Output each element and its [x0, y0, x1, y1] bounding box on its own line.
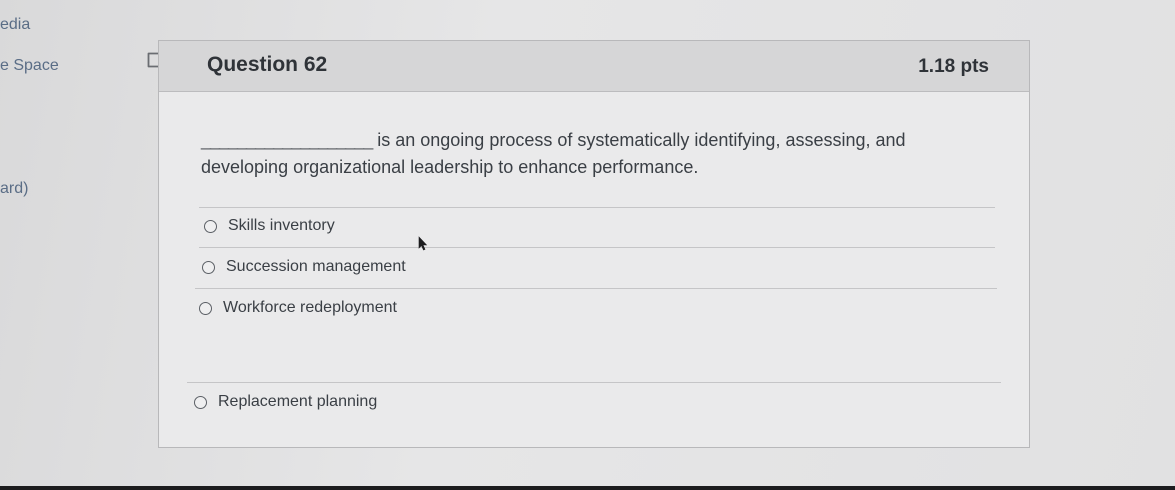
answer-label: Skills inventory [228, 217, 335, 234]
sidebar-item-label: ard) [0, 180, 29, 197]
radio-button-icon[interactable] [202, 260, 215, 274]
answer-option[interactable]: Workforce redeployment [199, 299, 397, 317]
answer-label: Replacement planning [218, 393, 378, 410]
question-header: Question 62 1.18 pts [159, 41, 1029, 92]
question-text: ___________________ is an ongoing proces… [201, 127, 981, 181]
answer-option[interactable]: Succession management [202, 258, 406, 276]
question-title: Question 62 [207, 53, 328, 76]
divider [199, 247, 995, 248]
divider [195, 288, 997, 289]
sidebar-item-media[interactable]: edia [0, 16, 30, 34]
sidebar-item-space[interactable]: e Space [0, 57, 59, 75]
sidebar-item-label: edia [0, 16, 31, 33]
divider [187, 382, 1001, 383]
fill-in-blank: ___________________ [201, 130, 373, 150]
answer-option[interactable]: Skills inventory [204, 217, 335, 235]
sidebar-item-dashboard[interactable]: ard) [0, 180, 28, 198]
question-points: 1.18 pts [918, 56, 989, 77]
question-card: Question 62 1.18 pts ___________________… [158, 40, 1030, 448]
answer-label: Workforce redeployment [223, 299, 397, 316]
answer-label: Succession management [226, 258, 406, 275]
answer-option[interactable]: Replacement planning [194, 393, 377, 411]
radio-button-icon[interactable] [194, 395, 207, 409]
sidebar-item-label: e Space [0, 57, 59, 74]
radio-button-icon[interactable] [204, 219, 217, 233]
divider [199, 207, 995, 208]
mouse-pointer-icon [418, 236, 428, 251]
screen-bezel [0, 486, 1175, 490]
radio-button-icon[interactable] [199, 301, 212, 315]
